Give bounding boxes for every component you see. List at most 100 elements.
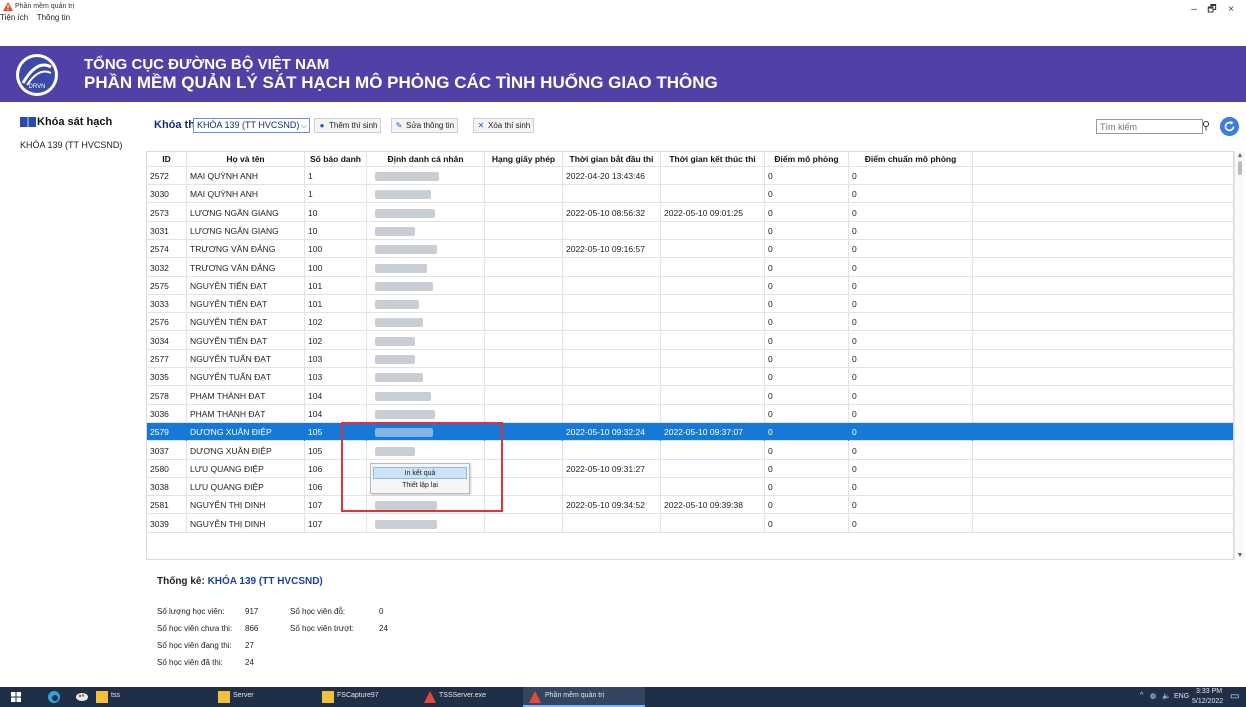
table-cell-pass: 0 — [849, 514, 973, 533]
network-icon[interactable]: ◍ — [1150, 692, 1156, 700]
table-cell-end — [661, 185, 765, 204]
close-button[interactable]: × — [1222, 4, 1240, 16]
table-header-row: ID Họ và tên Số báo danh Định danh cá nhân H… — [147, 152, 1233, 167]
column-header[interactable]: Họ và tên — [187, 152, 305, 167]
column-header[interactable]: Điểm mô phỏng — [765, 152, 849, 167]
statistics-panel: Thống kê: KHÓA 139 (TT HVCSND) Số lượng … — [157, 576, 577, 676]
table-cell-start — [563, 258, 661, 277]
table-cell-pass: 0 — [849, 350, 973, 368]
table-cell-sbd: 100 — [305, 240, 367, 259]
column-header[interactable]: Số báo danh — [305, 152, 367, 167]
column-header[interactable]: Thời gian bắt đầu thi — [563, 152, 661, 167]
menu-item-thong-tin[interactable]: Thông tin — [37, 13, 70, 22]
maximize-button[interactable]: 🗗 — [1203, 4, 1221, 16]
paint-icon[interactable] — [74, 687, 90, 707]
table-row[interactable]: 3033 NGUYỄN TIẾN ĐẠT 101 0 0 — [147, 295, 1233, 314]
table-row[interactable]: 2574 TRƯƠNG VĂN ĐẢNG 100 2022-05-10 09:16:5… — [147, 240, 1233, 259]
table-row[interactable]: 3032 TRƯƠNG VĂN ĐẢNG 100 0 0 — [147, 258, 1233, 277]
table-cell-id: 2577 — [147, 350, 187, 368]
table-cell-id: 3039 — [147, 514, 187, 533]
table-cell-score: 0 — [765, 313, 849, 332]
search-icon[interactable]: ⚲ — [1199, 120, 1213, 133]
delete-candidate-button[interactable]: ✕ Xóa thí sinh — [473, 118, 535, 133]
redaction-blur — [375, 208, 435, 218]
table-row[interactable]: 2578 PHẠM THÀNH ĐẠT 104 0 0 — [147, 386, 1233, 405]
table-row[interactable]: 3030 MAI QUỲNH ANH 1 0 0 — [147, 185, 1233, 204]
exam-course-label: Khóa thi — [154, 119, 198, 131]
redaction-blur — [375, 245, 437, 255]
table-row[interactable]: 3039 NGUYỄN THỊ DINH 107 0 0 — [147, 514, 1233, 533]
column-header[interactable]: Định danh cá nhân — [367, 152, 485, 167]
exam-course-select[interactable]: KHÓA 139 (TT HVCSND) ⌵ — [193, 118, 310, 133]
column-header[interactable]: Thời gian kết thúc thi — [661, 152, 765, 167]
table-cell-personal-id-redacted — [367, 514, 485, 533]
table-cell-pass: 0 — [849, 258, 973, 277]
table-row[interactable]: 2572 MAI QUỲNH ANH 1 2022-04-20 13:43:46 0 0 — [147, 167, 1233, 185]
scroll-up-icon[interactable]: ▲ — [1235, 152, 1245, 159]
table-row[interactable]: 3038 LƯU QUANG ĐIỆP 106 0 0 — [147, 478, 1233, 497]
table-cell-pass: 0 — [849, 478, 973, 497]
scroll-thumb[interactable] — [1238, 161, 1242, 175]
column-header[interactable]: Hạng giấy phép — [485, 152, 563, 167]
table-cell-license-class — [485, 203, 563, 222]
clock-time[interactable]: 3:33 PM — [1196, 688, 1222, 695]
volume-icon[interactable]: 🔈 — [1162, 692, 1171, 700]
search-input[interactable] — [1096, 119, 1203, 134]
table-cell-score: 0 — [765, 404, 849, 423]
taskbar-item-tss[interactable]: tss — [93, 687, 153, 707]
table-row[interactable]: 3034 NGUYỄN TIẾN ĐẠT 102 0 0 — [147, 331, 1233, 350]
table-cell-personal-id-redacted — [367, 276, 485, 295]
context-menu-reset[interactable]: Thiết lập lại — [373, 480, 467, 492]
table-cell-pass: 0 — [849, 441, 973, 460]
add-candidate-button[interactable]: ● Thêm thí sinh — [314, 118, 382, 133]
table-cell-start — [563, 404, 661, 423]
table-row[interactable]: 3036 PHẠM THÀNH ĐẠT 104 0 0 — [147, 404, 1233, 423]
taskbar-item-fscapture[interactable]: FSCapture97 — [319, 687, 409, 707]
edge-browser-icon[interactable] — [46, 687, 62, 707]
system-tray: ^ ◍ 🔈 ENG 3:33 PM 5/12/2022 ▭ — [1136, 687, 1246, 707]
context-menu-print-result[interactable]: In kết quả — [373, 467, 467, 479]
taskbar-item-server[interactable]: Server — [215, 687, 295, 707]
table-row[interactable]: 2579 DƯƠNG XUÂN ĐIỆP 105 2022-05-10 09:32:2… — [147, 423, 1233, 442]
refresh-icon[interactable] — [1220, 117, 1239, 136]
windows-start-icon[interactable] — [8, 687, 24, 707]
table-row[interactable]: 2575 NGUYỄN TIẾN ĐẠT 101 0 0 — [147, 276, 1233, 295]
table-cell-name: NGUYỄN TIẾN ĐẠT — [187, 313, 305, 332]
taskbar-item-tssserver[interactable]: TSSServer.exe — [421, 687, 521, 707]
taskbar-item-admin-app[interactable]: Phần mềm quản trị — [523, 687, 645, 707]
table-cell-sbd: 107 — [305, 514, 367, 533]
minimize-button[interactable]: – — [1185, 4, 1203, 16]
table-row[interactable]: 2576 NGUYỄN TIẾN ĐẠT 102 0 0 — [147, 313, 1233, 332]
table-cell-personal-id-redacted — [367, 350, 485, 368]
table-cell-start — [563, 313, 661, 332]
table-cell-score: 0 — [765, 221, 849, 240]
table-row[interactable]: 2573 LƯƠNG NGÂN GIANG 10 2022-05-10 08:56:3… — [147, 203, 1233, 222]
menu-item-tien-ich[interactable]: Tiện ích — [0, 13, 28, 22]
scroll-down-icon[interactable]: ▼ — [1235, 552, 1245, 559]
sidebar-item-course[interactable]: KHÓA 139 (TT HVCSND) — [20, 140, 122, 150]
table-row[interactable]: 3037 DƯƠNG XUÂN ĐIỆP 105 0 0 — [147, 441, 1233, 460]
redaction-blur — [375, 519, 437, 529]
table-cell-personal-id-redacted — [367, 258, 485, 277]
notification-icon[interactable]: ▭ — [1230, 691, 1239, 702]
column-header[interactable]: Điểm chuẩn mô phỏng — [849, 152, 973, 167]
language-indicator[interactable]: ENG — [1174, 693, 1189, 700]
table-row[interactable]: 3035 NGUYỄN TUẤN ĐẠT 103 0 0 — [147, 368, 1233, 387]
table-cell-sbd: 100 — [305, 258, 367, 277]
clock-date[interactable]: 5/12/2022 — [1192, 698, 1223, 705]
table-cell-end — [661, 240, 765, 259]
edit-info-button[interactable]: ✎ Sửa thông tin — [391, 118, 459, 133]
chevron-up-icon[interactable]: ^ — [1140, 692, 1143, 699]
context-menu: In kết quả Thiết lập lại — [370, 463, 470, 494]
table-row[interactable]: 2581 NGUYỄN THỊ DINH 107 2022-05-10 09:34:5… — [147, 496, 1233, 515]
table-row[interactable]: 2580 LƯU QUANG ĐIỆP 106 2022-05-10 09:31:27… — [147, 459, 1233, 478]
table-cell-id: 2576 — [147, 313, 187, 332]
table-row[interactable]: 3031 LƯƠNG NGÂN GIANG 10 0 0 — [147, 221, 1233, 240]
warning-app-icon — [424, 691, 436, 703]
redaction-blur — [375, 409, 435, 419]
vertical-scrollbar[interactable]: ▲ ▼ — [1234, 151, 1244, 560]
table-row[interactable]: 2577 NGUYỄN TUẤN ĐẠT 103 0 0 — [147, 350, 1233, 368]
column-header[interactable]: ID — [147, 152, 187, 167]
table-cell-start — [563, 441, 661, 460]
table-cell-license-class — [485, 313, 563, 332]
